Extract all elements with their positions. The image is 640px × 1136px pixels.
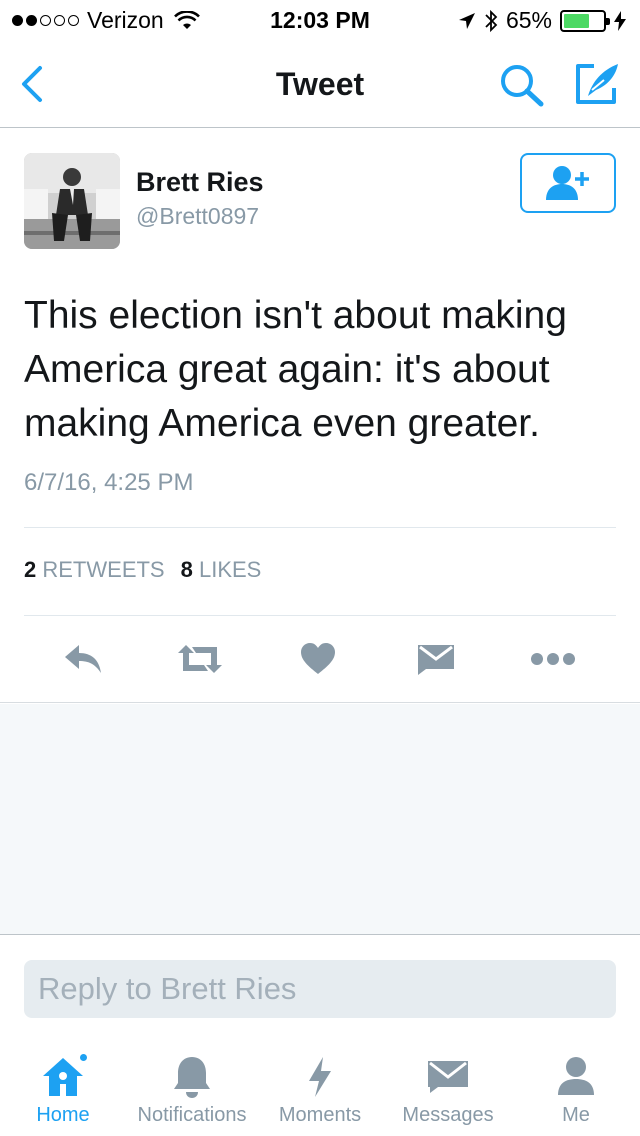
tab-notifications[interactable]: Notifications (126, 1040, 258, 1136)
replies-area (0, 704, 640, 935)
battery-percent: 65% (505, 7, 552, 33)
reply-input[interactable] (24, 960, 616, 1018)
tab-label: Messages (402, 1104, 494, 1126)
retweet-stat[interactable]: 2 RETWEETS (24, 557, 165, 583)
like-count: 8 (180, 557, 193, 582)
retweet-count: 2 (24, 557, 37, 582)
tweet-timestamp: 6/7/16, 4:25 PM (24, 469, 194, 496)
tab-bar: Home Notifications Moments Messages Me (0, 1040, 640, 1136)
tab-messages[interactable]: Messages (392, 1040, 504, 1136)
location-arrow-icon (458, 12, 475, 29)
search-button[interactable] (498, 62, 546, 108)
tab-home[interactable]: Home (23, 1040, 103, 1136)
battery-level (564, 13, 589, 28)
follow-button[interactable] (520, 153, 616, 213)
tab-moments[interactable]: Moments (270, 1040, 370, 1136)
unread-dot (78, 1052, 89, 1063)
retweet-icon (178, 645, 222, 673)
like-label: LIKES (198, 557, 262, 582)
avatar-photo (24, 153, 120, 249)
bell-icon (168, 1052, 216, 1102)
retweet-label: RETWEETS (42, 557, 165, 582)
divider (24, 527, 616, 528)
envelope-icon (424, 1052, 472, 1102)
status-bar: Verizon 12:03 PM 65% (0, 0, 640, 40)
compose-icon (576, 64, 618, 104)
more-icon (531, 653, 575, 665)
tweet-actions (0, 635, 640, 683)
search-icon (501, 65, 544, 107)
tab-label: Me (562, 1104, 590, 1126)
dm-icon (418, 645, 454, 675)
battery-icon (560, 9, 610, 32)
direct-message-button[interactable] (412, 635, 460, 683)
bluetooth-icon (485, 9, 498, 32)
tab-label: Notifications (137, 1104, 247, 1126)
reply-button[interactable] (59, 635, 107, 683)
tab-label: Home (36, 1104, 90, 1126)
author-handle[interactable]: @Brett0897 (136, 203, 259, 230)
navigation-bar: Tweet (0, 40, 640, 128)
chevron-left-icon (22, 66, 42, 102)
tweet-detail: Brett Ries @Brett0897 This election isn'… (0, 129, 640, 703)
like-icon (301, 643, 335, 674)
add-user-icon (546, 166, 589, 200)
author-avatar[interactable] (24, 153, 120, 249)
tab-label: Moments (278, 1104, 362, 1126)
tweet-stats: 2 RETWEETS 8 LIKES (24, 557, 261, 583)
home-icon (39, 1052, 89, 1102)
charging-bolt-icon (614, 10, 626, 31)
divider (24, 615, 616, 616)
back-button[interactable] (16, 64, 52, 104)
tweet-text: This election isn't about making America… (24, 294, 567, 445)
author-name[interactable]: Brett Ries (136, 167, 264, 198)
reply-icon (65, 645, 101, 673)
like-stat[interactable]: 8 LIKES (181, 557, 262, 583)
status-right: 65% (458, 7, 626, 34)
more-options-button[interactable] (529, 635, 577, 683)
retweet-button[interactable] (176, 635, 224, 683)
lightning-icon (296, 1052, 344, 1102)
person-icon (552, 1052, 600, 1102)
like-button[interactable] (294, 635, 342, 683)
compose-tweet-button[interactable] (572, 60, 622, 108)
tab-me[interactable]: Me (536, 1040, 616, 1136)
